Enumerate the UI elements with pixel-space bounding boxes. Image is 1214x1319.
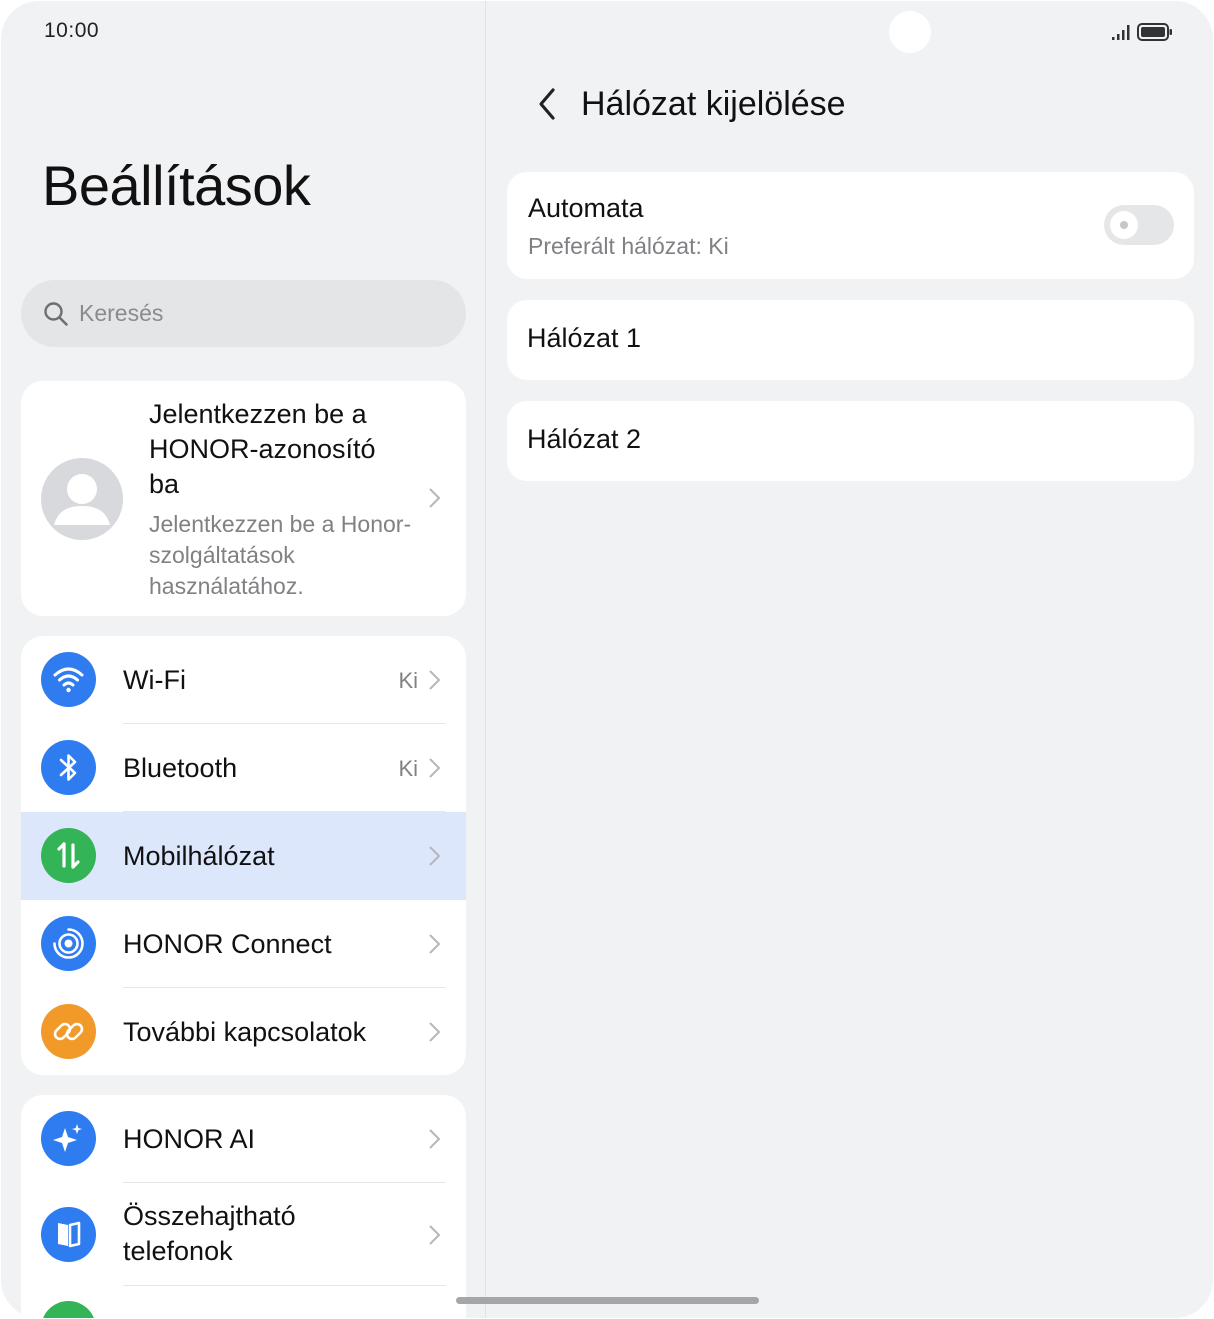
- system-group: HONOR AI Összehajtható telefonok: [21, 1095, 466, 1318]
- search-placeholder: Keresés: [79, 300, 164, 326]
- settings-item-label: Mobilhálózat: [123, 841, 275, 871]
- settings-item-label: HONOR AI: [123, 1124, 256, 1154]
- settings-item-bluetooth[interactable]: Bluetooth Ki: [21, 724, 466, 812]
- network-label: Hálózat 1: [527, 323, 642, 353]
- settings-item-label: HONOR Connect: [123, 929, 332, 959]
- device-screen: 10:00 Beállítások Keresés Jelentkezzen b…: [1, 1, 1213, 1318]
- signal-icon: [1112, 25, 1130, 40]
- automatic-subtitle: Preferált hálózat: Ki: [528, 233, 729, 259]
- user-icon: [54, 474, 110, 525]
- network-selection-title: Hálózat kijelölése: [581, 85, 846, 123]
- settings-item-label: Wi-Fi: [123, 665, 186, 695]
- search-icon: [44, 302, 68, 326]
- chevron-right-icon: [429, 488, 441, 508]
- connections-group: Wi-Fi Ki Bluetooth Ki Mobilhálózat HONOR…: [21, 636, 466, 1075]
- settings-item-more-connections[interactable]: További kapcsolatok: [21, 988, 466, 1075]
- settings-item-label-line2: telefonok: [123, 1236, 233, 1266]
- page-title: Beállítások: [42, 154, 311, 217]
- settings-item-honor-ai[interactable]: HONOR AI: [21, 1095, 466, 1183]
- account-subtitle: Jelentkezzen be a Honor-szolgáltatások h…: [149, 511, 412, 599]
- honor-connect-icon: [41, 916, 96, 971]
- bluetooth-icon: [41, 740, 96, 795]
- avatar: [41, 458, 123, 540]
- foldable-icon: [41, 1207, 96, 1262]
- toggle-off-dot: [1120, 221, 1128, 229]
- settings-item-foldable-phones[interactable]: Összehajtható telefonok: [21, 1183, 466, 1286]
- settings-item-partial-icon: [41, 1301, 96, 1318]
- camera-cutout: [889, 11, 931, 53]
- network-item[interactable]: Hálózat 2: [507, 401, 1194, 481]
- chevron-right-icon: [429, 1129, 441, 1149]
- settings-item-label-line1: Összehajtható: [123, 1201, 296, 1231]
- settings-item-wifi[interactable]: Wi-Fi Ki: [21, 636, 466, 724]
- network-label: Hálózat 2: [527, 424, 642, 454]
- settings-item-label: Bluetooth: [123, 753, 238, 783]
- wifi-icon: [41, 652, 96, 707]
- home-indicator[interactable]: [456, 1297, 759, 1304]
- automatic-toggle[interactable]: [1104, 205, 1174, 245]
- chevron-right-icon: [429, 758, 441, 778]
- settings-item-label: További kapcsolatok: [123, 1017, 367, 1047]
- settings-item-value: Ki: [398, 668, 418, 693]
- mobile-data-icon: [41, 828, 96, 883]
- settings-item-value: Ki: [398, 756, 418, 781]
- status-time: 10:00: [44, 19, 100, 42]
- sparkle-icon: [41, 1111, 96, 1166]
- chevron-right-icon: [429, 1022, 441, 1042]
- network-item[interactable]: Hálózat 1: [507, 300, 1194, 380]
- account-title: Jelentkezzen be a HONOR-azonosító ba: [149, 399, 376, 499]
- chevron-right-icon: [429, 670, 441, 690]
- automatic-label: Automata: [528, 193, 644, 223]
- settings-item-honor-connect[interactable]: HONOR Connect: [21, 900, 466, 988]
- chevron-right-icon: [429, 934, 441, 954]
- settings-item-label: Összehajtható telefonok: [123, 1199, 296, 1269]
- back-arrow-icon[interactable]: [537, 87, 557, 121]
- settings-item-mobile-network[interactable]: Mobilhálózat: [21, 812, 466, 900]
- account-card[interactable]: Jelentkezzen be a HONOR-azonosító ba Jel…: [21, 381, 466, 616]
- link-icon: [41, 1004, 96, 1059]
- chevron-right-icon: [429, 1225, 441, 1245]
- pane-divider: [485, 1, 486, 1318]
- automatic-network-item[interactable]: Automata Preferált hálózat: Ki: [507, 172, 1194, 279]
- search-input[interactable]: Keresés: [21, 280, 466, 347]
- chevron-right-icon: [429, 846, 441, 866]
- battery-icon: [1137, 23, 1172, 41]
- settings-item-partial[interactable]: [21, 1286, 466, 1318]
